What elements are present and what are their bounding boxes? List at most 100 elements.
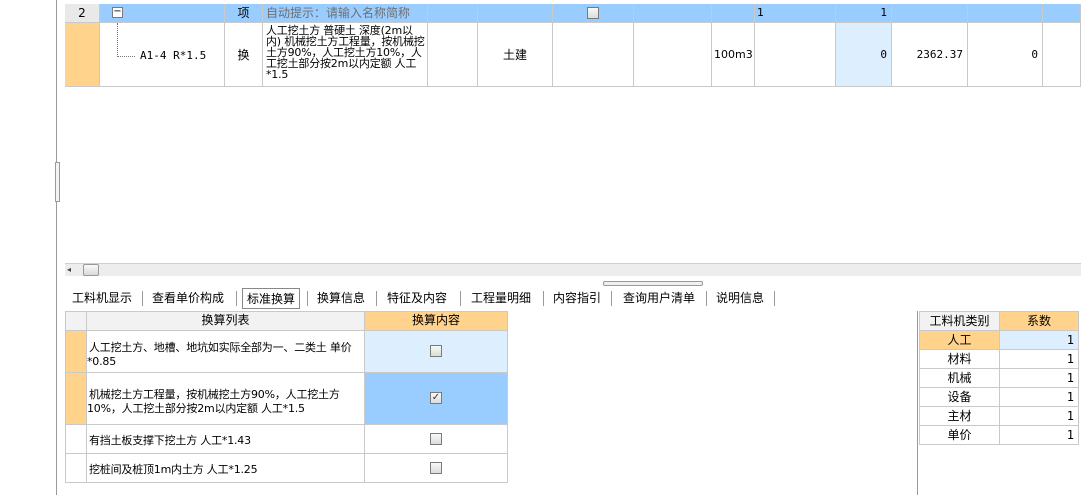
tab-unit-price[interactable]: 查看单价构成 (148, 288, 228, 309)
tab-description-info[interactable]: 说明信息 (712, 288, 768, 309)
tab-quantity-detail[interactable]: 工程量明细 (466, 288, 536, 309)
conversion-row[interactable]: 机械挖土方工程量，按机械挖土方90%，人工挖土方10%，人工挖土部分按2m以内定… (87, 373, 365, 425)
conversion-row[interactable]: 有挡土板支撑下挖土方 人工*1.43 (87, 425, 365, 454)
conversion-row[interactable]: 挖桩间及桩顶1m内土方 人工*1.25 (87, 454, 365, 483)
category-cell[interactable]: 单价 (920, 426, 1000, 445)
conversion-check-cell[interactable] (365, 331, 508, 373)
row-header-cell[interactable] (65, 23, 100, 87)
conversion-row-label: 机械挖土方工程量，按机械挖土方90%，人工挖土方10%，人工挖土部分按2m以内定… (87, 388, 340, 415)
scroll-left-icon[interactable]: ◂ (67, 265, 77, 275)
name-hint-text: 自动提示：请输入名称简称 (266, 6, 411, 20)
tree-line (117, 56, 135, 57)
header-coefficient: 系数 (1000, 312, 1079, 331)
conversion-checkbox-checked-icon[interactable]: ✓ (430, 392, 442, 404)
coefficient-cell[interactable]: 1 (1000, 407, 1079, 426)
category-cell[interactable]: 设备 (920, 388, 1000, 407)
qty-a: 1 (757, 6, 764, 19)
row-checkbox[interactable] (587, 7, 599, 19)
row-type-cell[interactable]: 项 (225, 4, 263, 23)
name-hint-cell[interactable]: 自动提示：请输入名称简称 (263, 4, 428, 23)
coefficient-cell[interactable]: 1 (1000, 426, 1079, 445)
unit: 100m3 (714, 48, 753, 61)
grid-cell[interactable] (1043, 23, 1081, 87)
grid-cell[interactable] (755, 23, 836, 87)
quota-description: 人工挖土方 普硬土 深度(2m以内) 机械挖土方工程量，按机械挖土方90%，人工… (266, 24, 425, 81)
left-splitter-handle[interactable] (55, 162, 60, 202)
row-type-cell[interactable]: 换 (225, 23, 263, 87)
grid-cell[interactable] (1043, 4, 1081, 23)
unit-cell[interactable]: 100m3 (712, 23, 755, 87)
scroll-thumb[interactable] (83, 264, 99, 276)
tab-content-guide[interactable]: 内容指引 (549, 288, 605, 309)
grid-cell[interactable] (428, 4, 478, 23)
coefficient-cell[interactable]: 1 (1000, 331, 1079, 350)
panel-splitter[interactable] (603, 281, 703, 286)
tab-conversion-info[interactable]: 换算信息 (313, 288, 369, 309)
tab-separator (376, 291, 377, 306)
category-cell[interactable]: 主材 (920, 407, 1000, 426)
specialty-cell[interactable]: 土建 (478, 23, 553, 87)
row-header[interactable] (66, 331, 87, 373)
conversion-check-cell[interactable] (365, 425, 508, 454)
grid-cell[interactable] (634, 4, 712, 23)
category-cell[interactable]: 材料 (920, 350, 1000, 369)
specialty: 土建 (502, 48, 527, 62)
tab-labor-material[interactable]: 工料机显示 (67, 288, 137, 309)
total-cell[interactable]: 0 (968, 23, 1043, 87)
conversion-table: 换算列表 换算内容 人工挖土方、地槽、地坑如实际全部为一、二类土 单价*0.85… (65, 311, 508, 483)
tab-standard-conversion[interactable]: 标准换算 (242, 288, 300, 309)
code-cell[interactable]: A1-4 R*1.5 (100, 23, 225, 87)
grid-cell[interactable] (968, 4, 1043, 23)
qty-cell-b[interactable]: 1 (836, 4, 892, 23)
coefficient-cell[interactable]: 1 (1000, 369, 1079, 388)
tab-separator (774, 291, 775, 306)
grid-cell[interactable] (553, 23, 634, 87)
conversion-row[interactable]: 人工挖土方、地槽、地坑如实际全部为一、二类土 单价*0.85 (87, 331, 365, 373)
row-header[interactable] (66, 373, 87, 425)
check-cell[interactable] (553, 4, 634, 23)
grid-cell[interactable] (892, 4, 968, 23)
tab-query-user-list[interactable]: 查询用户清单 (617, 288, 701, 309)
tree-cell[interactable]: − (100, 4, 225, 23)
grid-cell[interactable] (634, 23, 712, 87)
tree-line (117, 23, 118, 57)
grid-cell[interactable] (478, 4, 553, 23)
coefficient-cell[interactable]: 1 (1000, 350, 1079, 369)
category-cell[interactable]: 机械 (920, 369, 1000, 388)
grid-cell[interactable] (712, 4, 755, 23)
corner-cell (66, 312, 87, 331)
detail-tab-bar: 工料机显示 查看单价构成 标准换算 换算信息 特征及内容 工程量明细 内容指引 … (65, 288, 1081, 310)
row-index-cell[interactable]: 2 (65, 4, 100, 23)
row-type: 换 (237, 48, 250, 62)
row-header[interactable] (66, 425, 87, 454)
tab-separator (460, 291, 461, 306)
tab-separator (142, 291, 143, 306)
price-cell[interactable]: 2362.37 (892, 23, 968, 87)
qty-cell[interactable]: 0 (836, 23, 892, 87)
tab-separator (706, 291, 707, 306)
conversion-checkbox[interactable] (430, 433, 442, 445)
quota-grid: 2 − 项 自动提示：请输入名称简称 1 1 A1-4 R*1.5 换 人工挖土… (65, 0, 1081, 263)
collapse-toggle-icon[interactable]: − (112, 7, 123, 18)
conversion-check-cell[interactable]: ✓ (365, 373, 508, 425)
tab-separator (307, 291, 308, 306)
header-category: 工料机类别 (920, 312, 1000, 331)
conversion-check-cell[interactable] (365, 454, 508, 483)
description-cell[interactable]: 人工挖土方 普硬土 深度(2m以内) 机械挖土方工程量，按机械挖土方90%，人工… (263, 23, 428, 87)
category-cell[interactable]: 人工 (920, 331, 1000, 350)
header-conversion-content: 换算内容 (365, 312, 508, 331)
tab-separator (543, 291, 544, 306)
conversion-checkbox[interactable] (430, 462, 442, 474)
coefficient-cell[interactable]: 1 (1000, 388, 1079, 407)
qty-cell-a[interactable]: 1 (755, 4, 836, 23)
quantity: 0 (880, 48, 887, 61)
unit-price: 2362.37 (916, 48, 963, 61)
tab-features[interactable]: 特征及内容 (382, 288, 452, 309)
conversion-checkbox[interactable] (430, 345, 442, 357)
header-conversion-list: 换算列表 (87, 312, 365, 331)
grid-cell[interactable] (428, 23, 478, 87)
horizontal-scrollbar[interactable]: ◂ (65, 263, 1081, 276)
quota-code: A1-4 R*1.5 (140, 49, 207, 62)
conversion-row-label: 有挡土板支撑下挖土方 人工*1.43 (89, 434, 251, 447)
row-header[interactable] (66, 454, 87, 483)
